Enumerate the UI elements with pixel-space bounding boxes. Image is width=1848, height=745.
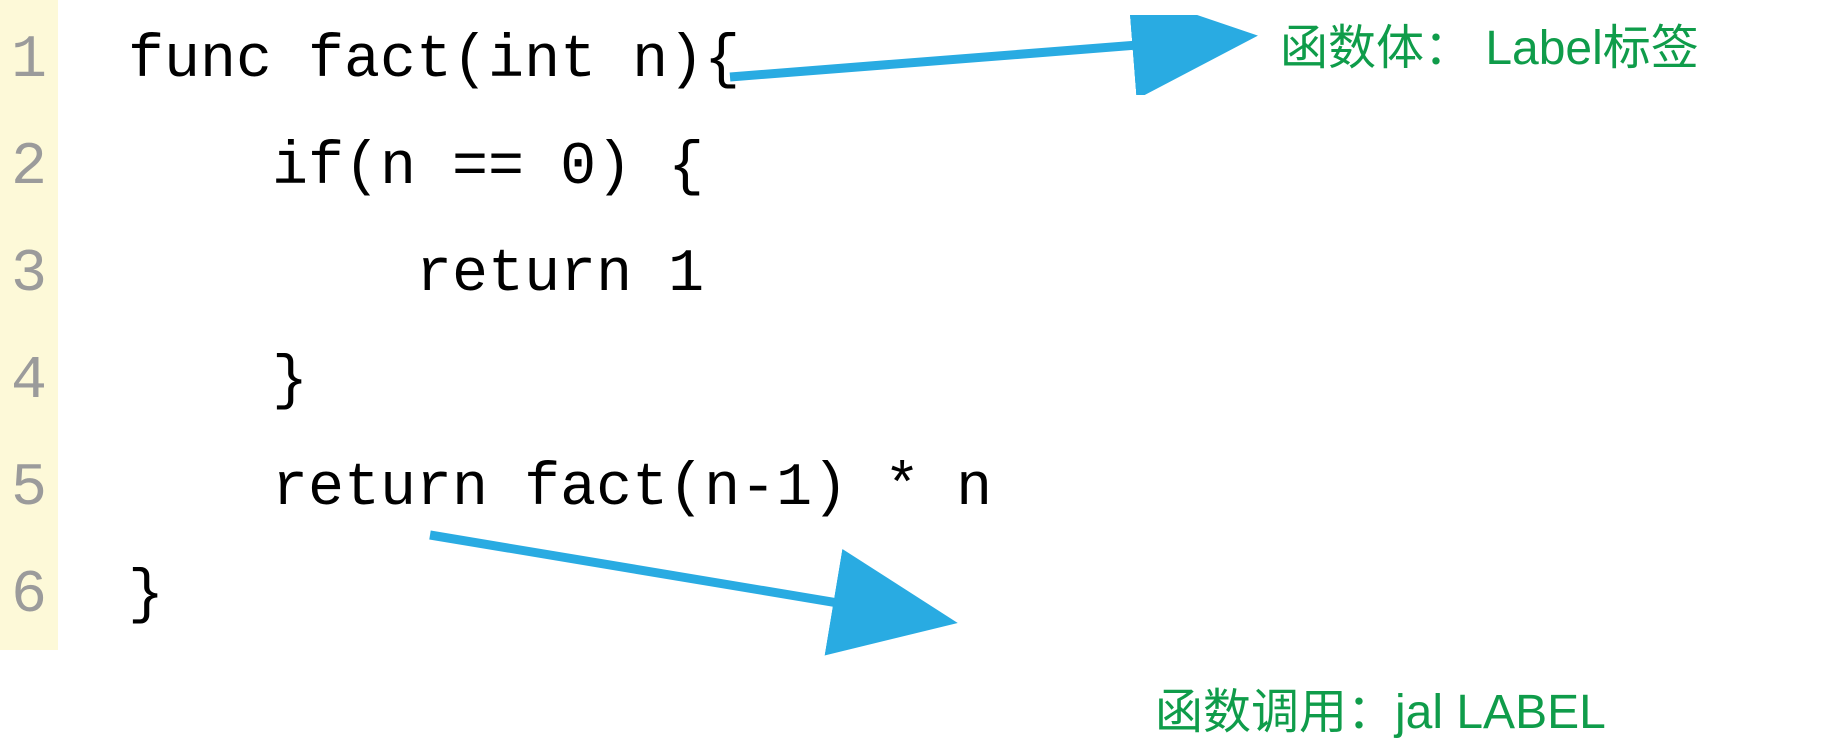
line-number: 5 [0,436,58,543]
code-line: if(n == 0) { [128,115,992,222]
line-number: 6 [0,543,58,650]
line-number: 2 [0,115,58,222]
code-line: } [128,329,992,436]
annotation-function-body: 函数体： Label标签 [1280,8,1699,78]
line-number-gutter: 1 2 3 4 5 6 [0,0,58,650]
line-number: 4 [0,329,58,436]
code-line: return 1 [128,222,992,329]
annotation-function-call: 函数调用：jal LABEL [1155,672,1606,742]
line-number: 1 [0,8,58,115]
arrow-to-function-body [720,15,1280,95]
line-number: 3 [0,222,58,329]
arrow-to-function-call [420,520,980,660]
